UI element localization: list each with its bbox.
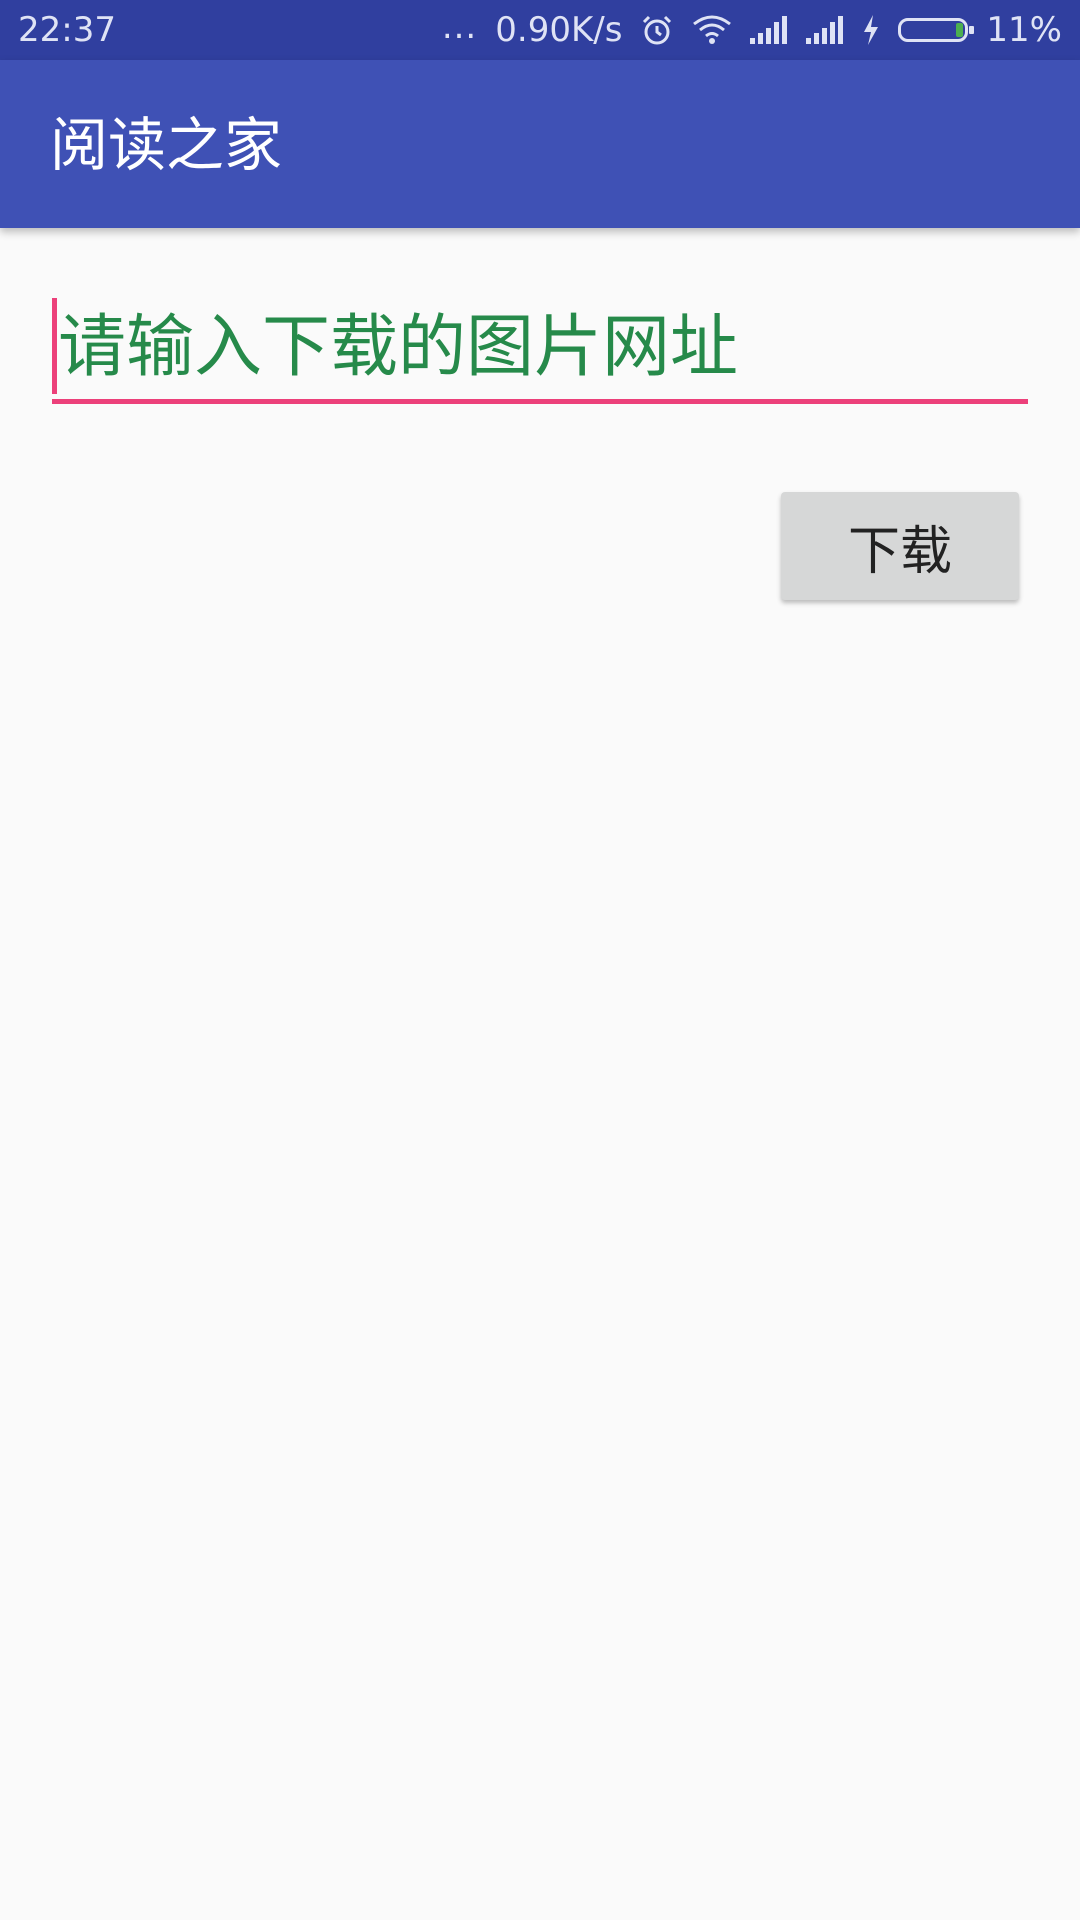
input-underline	[52, 399, 1028, 404]
status-bar: 22:37 ... 0.90K/s 11%	[0, 0, 1080, 60]
status-icons: ... 0.90K/s 11%	[441, 7, 1062, 52]
signal-icon	[806, 16, 844, 44]
more-notifications-icon: ...	[441, 7, 478, 47]
app-title: 阅读之家	[50, 111, 283, 179]
url-input-placeholder[interactable]: 请输入下载的图片网址	[58, 308, 738, 388]
download-button[interactable]: 下载	[781, 492, 1019, 600]
battery-icon	[898, 18, 975, 42]
url-input-field[interactable]: 请输入下载的图片网址	[52, 298, 1028, 404]
battery-percent: 11%	[986, 10, 1062, 50]
status-time: 22:37	[18, 10, 116, 50]
network-speed: 0.90K/s	[495, 10, 623, 50]
alarm-icon	[640, 13, 674, 47]
wifi-icon	[692, 14, 732, 46]
app-bar: 阅读之家	[0, 60, 1080, 228]
text-cursor	[52, 298, 57, 394]
signal-icon	[750, 16, 788, 44]
charging-icon	[862, 15, 880, 45]
battery-level	[956, 23, 964, 37]
